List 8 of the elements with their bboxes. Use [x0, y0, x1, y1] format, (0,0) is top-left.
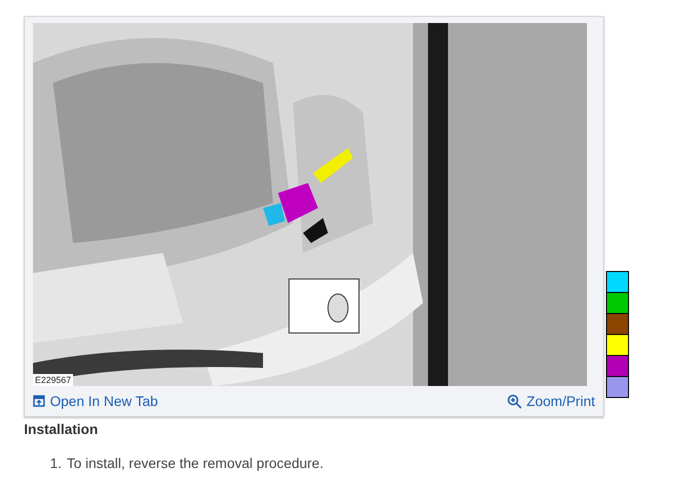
- step-text: To install, reverse the removal procedure.: [66, 455, 324, 471]
- new-tab-icon: [33, 395, 45, 407]
- zoom-icon: [506, 394, 522, 408]
- section-heading: Installation: [24, 421, 99, 437]
- open-in-new-tab-link[interactable]: Open In New Tab: [33, 393, 158, 409]
- step-number: 1.: [50, 455, 62, 471]
- figure-id: E229567: [33, 374, 74, 386]
- zoom-print-link[interactable]: Zoom/Print: [506, 393, 595, 409]
